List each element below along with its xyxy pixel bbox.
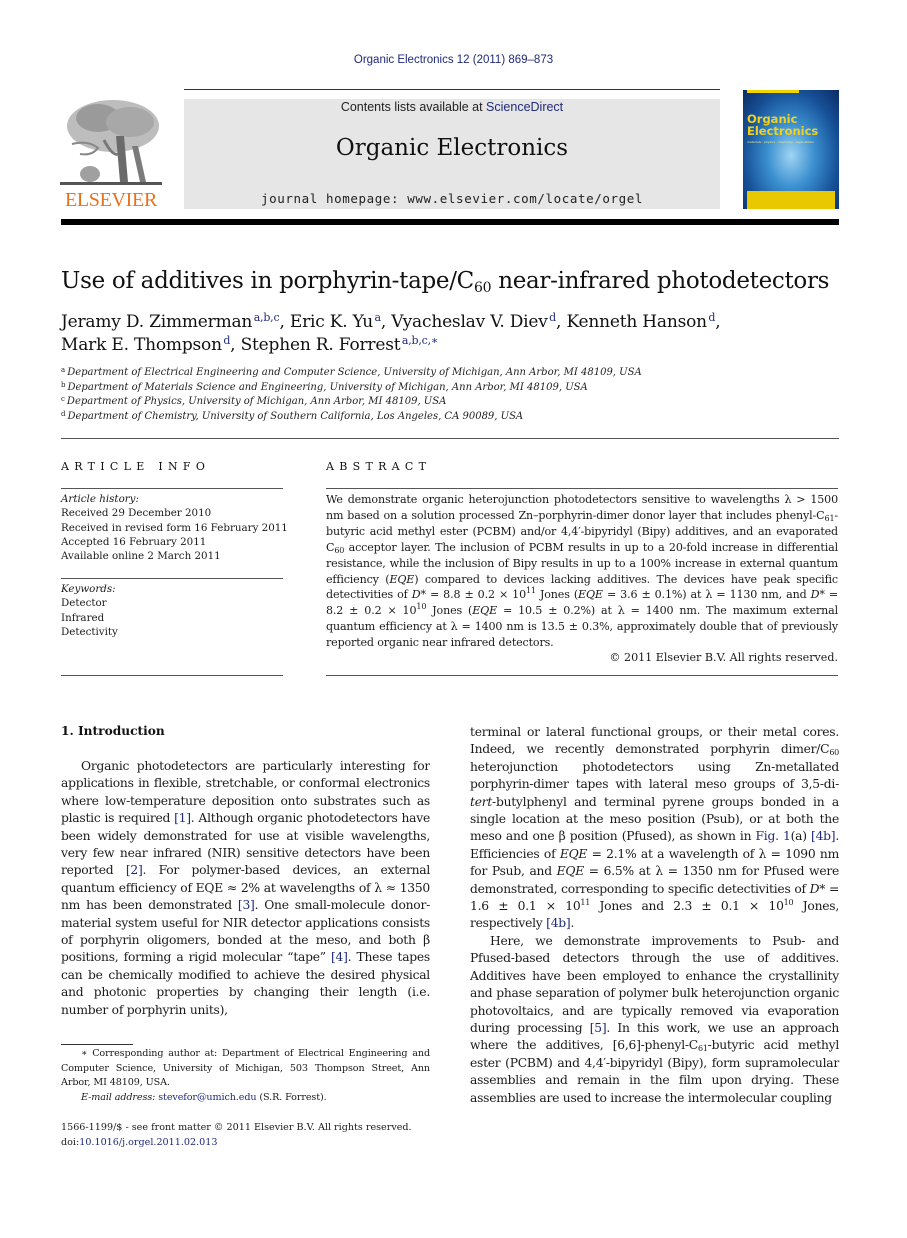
affiliation-item: c Department of Physics, University of Mi… (61, 395, 642, 410)
footnote-rule (61, 1044, 133, 1045)
article-info-bottom-rule (61, 675, 283, 676)
article-info-heading: ARTICLE INFO (61, 460, 211, 473)
keyword-item: Detectivity (61, 625, 118, 638)
doi-line: doi:10.1016/j.orgel.2011.02.013 (61, 1136, 412, 1151)
keywords-divider (61, 578, 283, 579)
email-owner: (S.R. Forrest). (256, 1091, 327, 1103)
affiliation-key: d (61, 409, 66, 418)
affiliation-list: a Department of Electrical Engineering an… (61, 366, 642, 424)
body-column-left: Organic photodetectors are particularly … (61, 758, 430, 1020)
keyword-item: Detector (61, 597, 107, 610)
email-line: E-mail address: stevefor@umich.edu (S.R.… (61, 1091, 430, 1106)
author-name: Vyacheslav V. Diev (391, 312, 548, 332)
masthead-bottom-rule (61, 219, 839, 225)
article-history: Article history: Received 29 December 20… (61, 492, 288, 563)
author-line-1: Jeramy D. Zimmerman a,b,c, Eric K. Yu a,… (61, 311, 721, 332)
section-heading-introduction: 1. Introduction (61, 724, 165, 738)
history-label: Article history: (61, 493, 139, 505)
affiliation-text: Department of Electrical Engineering and… (67, 367, 642, 378)
affiliation-item: b Department of Materials Science and Eng… (61, 381, 642, 396)
running-head[interactable]: Organic Electronics 12 (2011) 869–873 (0, 54, 907, 66)
corresponding-author-text: ∗ Corresponding author at: Department of… (61, 1048, 430, 1088)
citation-link[interactable]: [2] (126, 863, 143, 877)
author-list: Jeramy D. Zimmerman a,b,c, Eric K. Yu a,… (61, 311, 721, 357)
affiliation-item: a Department of Electrical Engineering an… (61, 366, 642, 381)
citation-link[interactable]: [3] (238, 898, 255, 912)
citation-link[interactable]: [4b] (546, 916, 571, 930)
author-name: Eric K. Yu (289, 312, 373, 332)
title-text-end: near-infrared photodetectors (491, 268, 830, 294)
doi-label: doi: (61, 1136, 80, 1148)
abstract-copyright: © 2011 Elsevier B.V. All rights reserved… (609, 651, 838, 664)
journal-homepage-link[interactable]: journal homepage: www.elsevier.com/locat… (184, 191, 720, 206)
masthead-top-rule (184, 89, 720, 90)
citation-link[interactable]: [4b] (811, 829, 836, 843)
author-affil-link[interactable]: a (374, 311, 381, 324)
affiliation-text: Department of Chemistry, University of S… (67, 410, 524, 422)
author-line-2: Mark E. Thompson d, Stephen R. Forrest a… (61, 334, 439, 355)
doi-link[interactable]: 10.1016/j.orgel.2011.02.013 (79, 1137, 217, 1148)
abstract-text: We demonstrate organic heterojunction ph… (326, 493, 838, 650)
title-subscript: 60 (473, 280, 492, 296)
history-online: Available online 2 March 2011 (61, 550, 221, 563)
keyword-item: Infrared (61, 611, 105, 624)
abstract-heading: ABSTRACT (326, 460, 432, 473)
author-name: Mark E. Thompson (61, 335, 222, 355)
issn-line: 1566-1199/$ - see front matter © 2011 El… (61, 1122, 412, 1133)
article-title: Use of additives in porphyrin-tape/C60 n… (61, 268, 829, 296)
keywords-label: Keywords: (61, 583, 116, 595)
affiliation-item: d Department of Chemistry, University of … (61, 410, 642, 425)
history-accepted: Accepted 16 February 2011 (61, 535, 207, 548)
journal-masthead: Contents lists available at ScienceDirec… (184, 99, 720, 209)
author-name: Stephen R. Forrest (240, 335, 401, 355)
contents-line: Contents lists available at ScienceDirec… (184, 100, 720, 114)
citation-link[interactable]: [4] (331, 950, 348, 964)
article-info-divider (61, 488, 283, 489)
elsevier-wordmark: ELSEVIER (64, 189, 158, 211)
author-affil-link[interactable]: d (549, 311, 556, 324)
author-name: Jeramy D. Zimmerman (61, 312, 253, 332)
keywords: Keywords: Detector Infrared Detectivity (61, 582, 118, 639)
email-label: E-mail address: (81, 1091, 159, 1103)
citation-link[interactable]: [1] (174, 811, 191, 825)
affiliation-text: Department of Physics, University of Mic… (66, 396, 447, 408)
journal-name: Organic Electronics (335, 135, 569, 161)
affiliations-divider (61, 438, 839, 439)
author-affil-link[interactable]: a,b,c,∗ (402, 334, 439, 347)
intro-paragraph-2: Here, we demonstrate improvements to Psu… (470, 933, 839, 1105)
history-received: Received 29 December 2010 (61, 507, 212, 520)
body-column-right: terminal or lateral functional groups, o… (470, 724, 839, 1107)
affiliation-key: c (61, 395, 65, 404)
abstract-bottom-rule (326, 675, 838, 676)
elsevier-tree-icon (58, 96, 164, 188)
cover-title-line2: Electronics (747, 124, 819, 138)
corresponding-author-footnote: ∗ Corresponding author at: Department of… (61, 1047, 430, 1105)
author-affil-link[interactable]: d (708, 311, 715, 324)
intro-paragraph-1-continued: terminal or lateral functional groups, o… (470, 725, 840, 931)
citation-link[interactable]: [5] (590, 1021, 607, 1035)
abstract-divider (326, 488, 838, 489)
author-name: Kenneth Hanson (566, 312, 707, 332)
sciencedirect-link[interactable]: ScienceDirect (486, 100, 563, 114)
affiliation-text: Department of Materials Science and Engi… (67, 381, 588, 393)
author-affil-link[interactable]: d (223, 334, 230, 347)
cover-top-bar (747, 90, 799, 93)
affiliation-key: b (61, 380, 66, 389)
cover-title: Organic Electronics (747, 113, 818, 137)
footer-meta: 1566-1199/$ - see front matter © 2011 El… (61, 1121, 412, 1150)
elsevier-logo[interactable]: ELSEVIER (58, 96, 164, 212)
contents-prefix: Contents lists available at (340, 100, 487, 114)
cover-subtitle: materials · physics · chemistry · applic… (747, 140, 814, 144)
affiliation-key: a (61, 366, 66, 374)
cover-bottom-bar (747, 191, 835, 209)
title-text: Use of additives in porphyrin-tape/C (61, 268, 474, 294)
history-revised: Received in revised form 16 February 201… (61, 521, 288, 534)
intro-paragraph-1: Organic photodetectors are particularly … (61, 759, 430, 1017)
figure-link[interactable]: Fig. 1 (756, 829, 791, 843)
author-affil-link[interactable]: a,b,c (254, 311, 280, 324)
email-link[interactable]: stevefor@umich.edu (158, 1092, 256, 1103)
journal-cover-image[interactable]: Organic Electronics materials · physics … (743, 90, 839, 209)
